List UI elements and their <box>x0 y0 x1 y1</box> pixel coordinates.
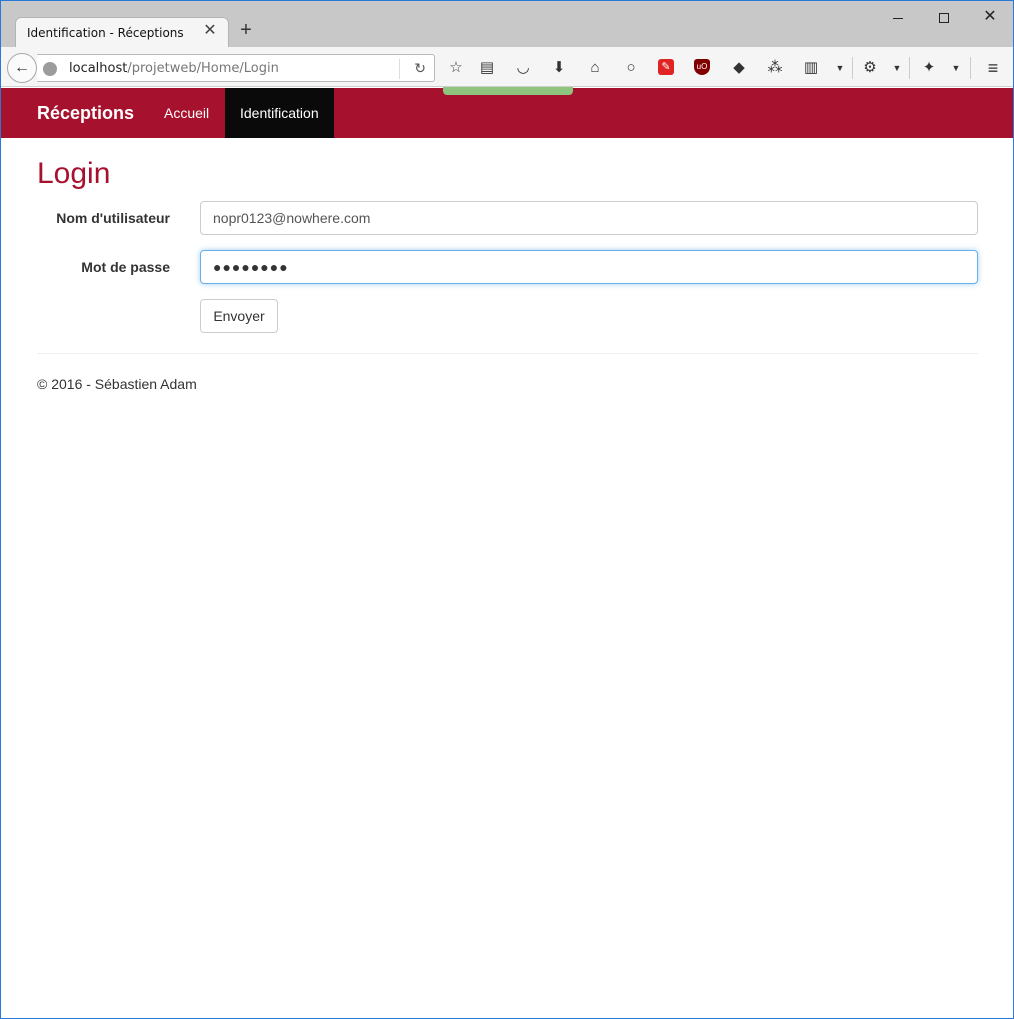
navbar-brand[interactable]: Réceptions <box>37 103 134 124</box>
close-window-icon[interactable]: ✕ <box>967 5 1013 29</box>
maximize-icon[interactable] <box>921 5 967 29</box>
chevron-down-icon[interactable]: ▼ <box>888 59 906 77</box>
star-icon[interactable]: ☆ <box>447 59 465 77</box>
nav-link-identification[interactable]: Identification <box>225 88 334 138</box>
username-input[interactable]: nopr0123@nowhere.com <box>200 201 978 235</box>
tab-title: Identification - Réceptions <box>27 26 184 40</box>
network-icon[interactable]: ⁂ <box>766 59 784 77</box>
extension-icon[interactable]: ✦ <box>920 59 938 77</box>
browser-window: Identification - Réceptions ✕ + ✕ localh… <box>0 0 1014 1019</box>
nav-link-accueil[interactable]: Accueil <box>149 88 224 138</box>
notification-strip <box>443 87 573 95</box>
adobe-icon[interactable]: ✎ <box>658 59 674 75</box>
chevron-down-icon[interactable]: ▼ <box>947 59 965 77</box>
eraser-icon[interactable]: ◆ <box>730 59 748 77</box>
chevron-down-icon[interactable]: ▼ <box>831 59 849 77</box>
toolbar-separator <box>909 57 910 79</box>
footer-divider <box>37 353 978 354</box>
url-path: /projetweb/Home/Login <box>127 61 279 76</box>
back-arrow-icon[interactable]: ← <box>7 53 37 83</box>
password-input[interactable]: ●●●●●●●● <box>200 250 978 284</box>
new-tab-icon[interactable]: + <box>237 20 255 40</box>
site-navbar: Réceptions Accueil Identification <box>1 88 1013 138</box>
menu-icon[interactable]: ≡ <box>984 59 1002 77</box>
browser-tab[interactable]: Identification - Réceptions ✕ <box>15 17 229 47</box>
page-title: Login <box>37 157 111 190</box>
ublock-icon[interactable]: uO <box>694 59 710 75</box>
reload-icon[interactable]: ↻ <box>414 60 426 77</box>
globe-icon <box>43 62 57 76</box>
username-label: Nom d'utilisateur <box>56 210 170 226</box>
password-label: Mot de passe <box>81 259 170 275</box>
tab-close-icon[interactable]: ✕ <box>202 23 218 39</box>
toolbar-separator <box>852 57 853 79</box>
footer-text: © 2016 - Sébastien Adam <box>37 376 197 392</box>
toolbar-separator <box>970 57 971 79</box>
url-separator <box>399 59 400 79</box>
browser-toolbar: localhost/projetweb/Home/Login ↻ ← ☆ ▤ ◡… <box>1 47 1013 87</box>
chat-icon[interactable]: ○ <box>622 59 640 77</box>
url-bar[interactable]: localhost/projetweb/Home/Login ↻ <box>37 54 435 82</box>
submit-button[interactable]: Envoyer <box>200 299 278 333</box>
tab-strip: Identification - Réceptions ✕ + ✕ <box>1 1 1013 47</box>
download-icon[interactable]: ⬇ <box>550 59 568 77</box>
reading-list-icon[interactable]: ▤ <box>478 59 496 77</box>
pocket-icon[interactable]: ◡ <box>514 59 532 77</box>
url-text[interactable]: localhost/projetweb/Home/Login <box>69 61 279 76</box>
url-host: localhost <box>69 61 128 76</box>
home-icon[interactable]: ⌂ <box>586 59 604 77</box>
gear-icon[interactable]: ⚙ <box>861 59 879 77</box>
clipboard-icon[interactable]: ▥ <box>802 59 820 77</box>
minimize-icon[interactable] <box>875 5 921 29</box>
